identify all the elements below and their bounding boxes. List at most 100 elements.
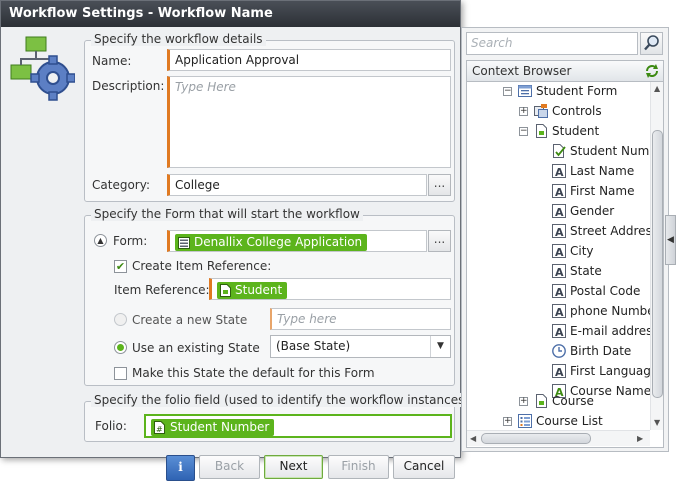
collapse-toggle[interactable]: − — [503, 87, 512, 96]
tree-node-email-address[interactable]: A E-mail address — [467, 322, 650, 342]
tree-node-label: City — [570, 244, 594, 258]
tree-node-label: First Name — [570, 184, 635, 198]
svg-text:A: A — [555, 286, 564, 299]
folio-group: Specify the folio field (used to identif… — [84, 393, 473, 442]
scroll-right-icon[interactable]: ▶ — [637, 434, 643, 443]
scroll-up-icon[interactable]: ▲ — [654, 84, 660, 93]
tree-node-label: Student — [552, 124, 600, 138]
smartobject-icon — [220, 284, 231, 297]
number-field-icon: # — [154, 421, 165, 434]
scroll-left-icon[interactable]: ◀ — [470, 434, 476, 443]
category-field[interactable]: College — [167, 174, 427, 196]
scroll-down-icon[interactable]: ▼ — [654, 418, 660, 427]
default-state-label: Make this State the default for this For… — [132, 366, 375, 380]
horizontal-scroll-thumb[interactable] — [481, 433, 591, 444]
form-field[interactable]: Denallix College Application — [167, 230, 427, 252]
folio-field[interactable]: # Student Number — [144, 414, 452, 438]
tree-node-last-name[interactable]: A Last Name — [467, 162, 650, 182]
existing-state-select[interactable]: (Base State) ▼ — [270, 335, 451, 358]
collapse-panel-tab[interactable]: ◀ — [665, 215, 676, 265]
svg-text:A: A — [555, 186, 564, 199]
cancel-button[interactable]: Cancel — [393, 455, 455, 479]
tree-node-postal-code[interactable]: A Postal Code — [467, 282, 650, 302]
collapse-toggle[interactable]: − — [519, 127, 528, 136]
new-state-field[interactable]: Type here — [270, 308, 451, 330]
form-collapse-toggle[interactable]: ▲ — [94, 234, 107, 247]
search-input[interactable]: Search — [466, 32, 638, 55]
svg-text:A: A — [555, 226, 564, 239]
tree-node-birth-date[interactable]: Birth Date — [467, 342, 650, 362]
item-reference-value: Student — [235, 283, 283, 297]
text-field-icon: A — [552, 244, 566, 259]
svg-text:#: # — [156, 425, 163, 434]
tree-node-first-language[interactable]: A First Language — [467, 362, 650, 382]
tree-node-student-number[interactable]: Student Number — [467, 142, 650, 162]
tree-node-first-name[interactable]: A First Name — [467, 182, 650, 202]
info-button[interactable]: i — [166, 455, 195, 481]
tree-horizontal-scrollbar[interactable]: ◀ ▶ — [467, 430, 650, 446]
svg-text:A: A — [555, 206, 564, 219]
svg-text:A: A — [555, 266, 564, 279]
workflow-settings-logo-icon — [10, 36, 75, 101]
item-reference-field[interactable]: Student — [209, 278, 451, 300]
list-icon — [518, 414, 532, 428]
create-new-state-radio[interactable] — [114, 313, 127, 326]
name-field[interactable]: Application Approval — [167, 49, 451, 71]
vertical-scroll-thumb[interactable] — [652, 130, 663, 398]
tree-node-phone-number[interactable]: A phone Number — [467, 302, 650, 322]
finish-button[interactable]: Finish — [328, 455, 389, 479]
tree-node-student-form[interactable]: − Student Form — [467, 82, 650, 102]
back-button[interactable]: Back — [199, 455, 260, 479]
chevron-down-icon: ▼ — [430, 336, 450, 357]
tree-node-course-list[interactable]: + Course List — [467, 412, 650, 432]
category-label: Category: — [92, 178, 150, 192]
workflow-settings-dialog: Workflow Settings - Workflow Name Specif… — [0, 0, 473, 458]
context-browser-header: Context Browser — [466, 60, 664, 82]
search-button[interactable] — [640, 32, 663, 55]
tree-vertical-scrollbar[interactable]: ▲ ▼ — [650, 82, 663, 430]
new-state-placeholder: Type here — [277, 312, 337, 326]
refresh-icon[interactable] — [644, 63, 660, 79]
category-browse-button[interactable]: ... — [428, 174, 451, 196]
expand-toggle[interactable]: + — [519, 107, 528, 116]
search-icon — [644, 35, 659, 51]
folio-label: Folio: — [95, 419, 127, 433]
svg-text:A: A — [555, 166, 564, 179]
context-browser-panel: Search Context Browser − Student Form + … — [461, 27, 669, 452]
dialog-title: Workflow Settings - Workflow Name — [1, 1, 460, 27]
tree-node-street-address[interactable]: A Street Address — [467, 222, 650, 242]
tree-node-controls[interactable]: + Controls — [467, 102, 650, 122]
existing-state-value: (Base State) — [276, 339, 351, 353]
expand-toggle[interactable]: + — [519, 397, 528, 406]
svg-text:A: A — [555, 306, 564, 319]
folio-value: Student Number — [170, 420, 270, 434]
context-tree: − Student Form + Controls − Student Stud… — [466, 82, 664, 448]
tree-node-label: State — [570, 264, 602, 278]
default-state-checkbox[interactable] — [114, 367, 127, 380]
tree-node-city[interactable]: A City — [467, 242, 650, 262]
text-field-icon: A — [552, 364, 566, 379]
tree-node-course-row[interactable]: + Course — [467, 392, 650, 412]
tree-node-label: E-mail address — [570, 324, 650, 338]
create-new-state-label: Create a new State — [132, 313, 248, 327]
create-item-reference-checkbox[interactable]: ✔ — [114, 260, 127, 273]
tree-node-student[interactable]: − Student — [467, 122, 650, 142]
text-field-icon: A — [552, 224, 566, 239]
tree-node-state[interactable]: A State — [467, 262, 650, 282]
name-label: Name: — [92, 54, 132, 68]
tree-node-gender[interactable]: A Gender — [467, 202, 650, 222]
expand-toggle[interactable]: + — [503, 417, 512, 426]
number-field-icon — [553, 144, 566, 158]
tree-node-label: Student Number — [570, 144, 650, 158]
text-field-icon: A — [552, 184, 566, 199]
text-field-icon: A — [552, 284, 566, 299]
description-placeholder: Type Here — [175, 80, 236, 94]
form-icon — [178, 237, 190, 249]
description-field[interactable]: Type Here — [167, 76, 451, 168]
next-button[interactable]: Next — [264, 455, 323, 479]
start-form-legend: Specify the Form that will start the wor… — [91, 207, 363, 221]
use-existing-state-radio[interactable] — [114, 341, 127, 354]
form-browse-button[interactable]: ... — [428, 230, 451, 252]
text-field-icon: A — [552, 304, 566, 319]
smartobject-icon — [536, 124, 547, 138]
